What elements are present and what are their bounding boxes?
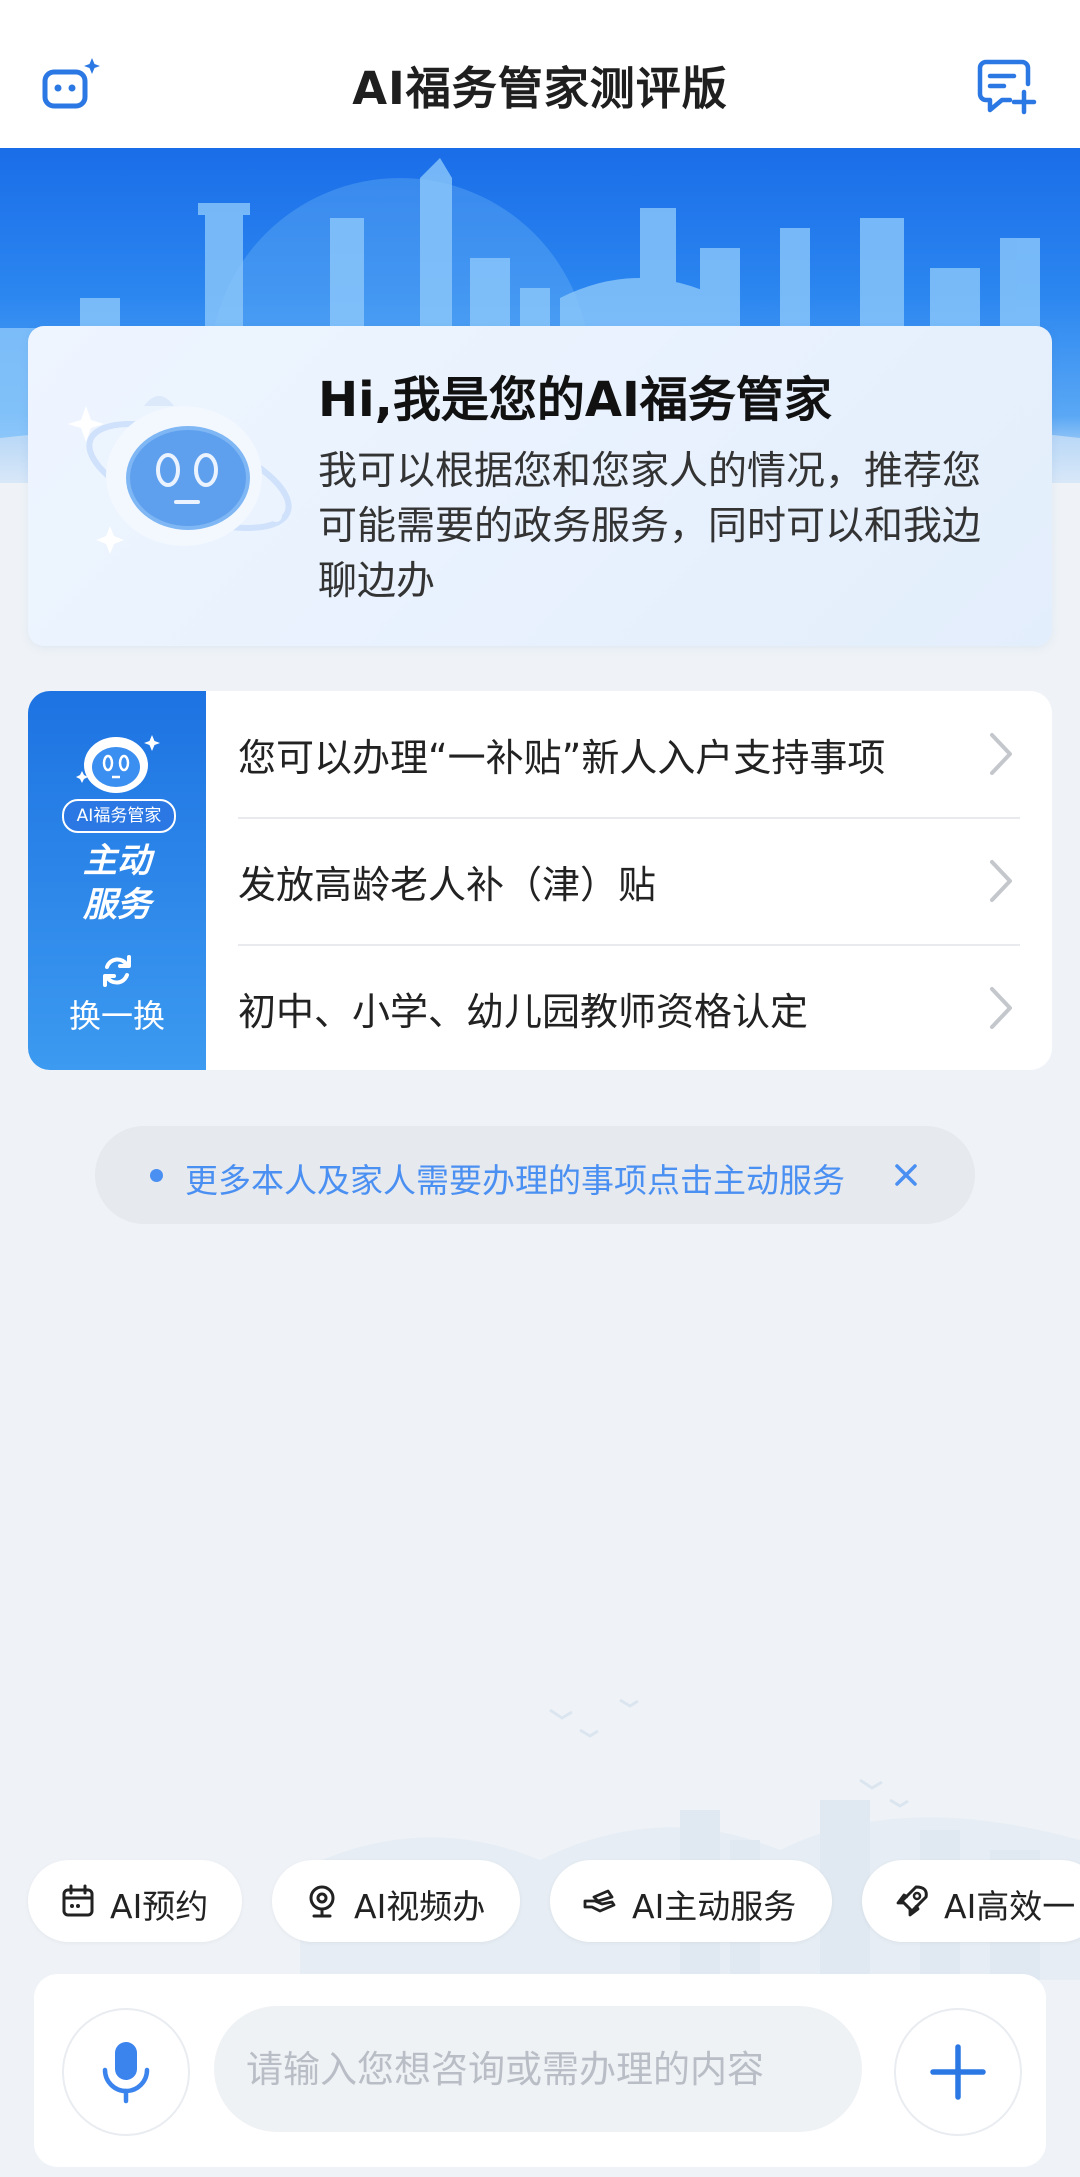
chevron-right-icon: [990, 733, 1012, 775]
ai-mascot-illustration: [68, 396, 292, 554]
chevron-right-icon: [990, 860, 1012, 902]
page-title: AI福务管家测评版: [352, 62, 728, 115]
quick-action-ai-video[interactable]: AI视频办: [272, 1860, 520, 1942]
plus-icon: [930, 2044, 986, 2100]
hand-service-icon: [583, 1889, 616, 1913]
quick-action-ai-active-service[interactable]: AI主动服务: [550, 1860, 832, 1942]
calendar-icon: [62, 1884, 94, 1917]
service-item[interactable]: 初中、小学、幼儿园教师资格认定: [238, 945, 1020, 1070]
quick-action-label: AI视频办: [354, 1887, 486, 1926]
voice-input-button[interactable]: [62, 2008, 190, 2136]
app-header: AI福务管家测评版: [0, 0, 1080, 148]
service-item[interactable]: 您可以办理“一补贴”新人入户支持事项: [238, 691, 1020, 819]
microphone-icon: [102, 2042, 150, 2104]
quick-action-ai-appointment[interactable]: AI预约: [28, 1860, 242, 1942]
rocket-icon: [896, 1885, 928, 1917]
tip-banner[interactable]: 更多本人及家人需要办理的事项点击主动服务: [95, 1126, 975, 1224]
chat-text-input[interactable]: [214, 2006, 862, 2132]
ai-badge: AI福务管家: [62, 799, 176, 833]
service-item[interactable]: 发放高龄老人补（津）贴: [238, 818, 1020, 946]
quick-actions: AI预约 AI视频办 AI主动服务 AI高效一: [0, 1860, 1080, 1944]
webcam-icon: [309, 1885, 335, 1918]
intro-title: Hi,我是您的AI福务管家: [318, 372, 832, 428]
bullet-dot-icon: [150, 1169, 163, 1182]
ai-mascot-icon: [76, 735, 160, 793]
new-chat-icon[interactable]: [976, 54, 1038, 116]
add-attachment-button[interactable]: [894, 2008, 1022, 2136]
chat-input-panel: [34, 1974, 1046, 2167]
service-item-label: 发放高龄老人补（津）贴: [238, 863, 657, 907]
tip-text: 更多本人及家人需要办理的事项点击主动服务: [185, 1161, 845, 1200]
service-item-label: 您可以办理“一补贴”新人入户支持事项: [238, 736, 886, 780]
quick-action-label: AI主动服务: [632, 1887, 797, 1926]
refresh-icon[interactable]: [99, 953, 135, 989]
close-icon[interactable]: [887, 1156, 925, 1194]
assistant-intro-card: Hi,我是您的AI福务管家 我可以根据您和您家人的情况，推荐您可能需要的政务服务…: [28, 326, 1052, 646]
quick-action-label: AI预约: [110, 1887, 209, 1926]
service-list: 您可以办理“一补贴”新人入户支持事项 发放高龄老人补（津）贴 初中、小学、幼儿园…: [206, 691, 1052, 1070]
refresh-button[interactable]: 换一换: [28, 991, 206, 1037]
service-item-label: 初中、小学、幼儿园教师资格认定: [238, 990, 809, 1034]
active-service-title: 主动 服务: [83, 841, 151, 925]
intro-description: 我可以根据您和您家人的情况，推荐您可能需要的政务服务，同时可以和我边聊边办: [318, 449, 982, 604]
active-service-card: AI福务管家 主动 服务 换一换 您可以办理“一补贴”新人入户支持事项 发放高龄…: [28, 691, 1052, 1070]
quick-action-ai-efficient[interactable]: AI高效一: [862, 1860, 1080, 1942]
active-service-panel: AI福务管家 主动 服务 换一换: [28, 691, 206, 1070]
chevron-right-icon: [990, 987, 1012, 1029]
quick-action-label: AI高效一: [944, 1887, 1076, 1926]
